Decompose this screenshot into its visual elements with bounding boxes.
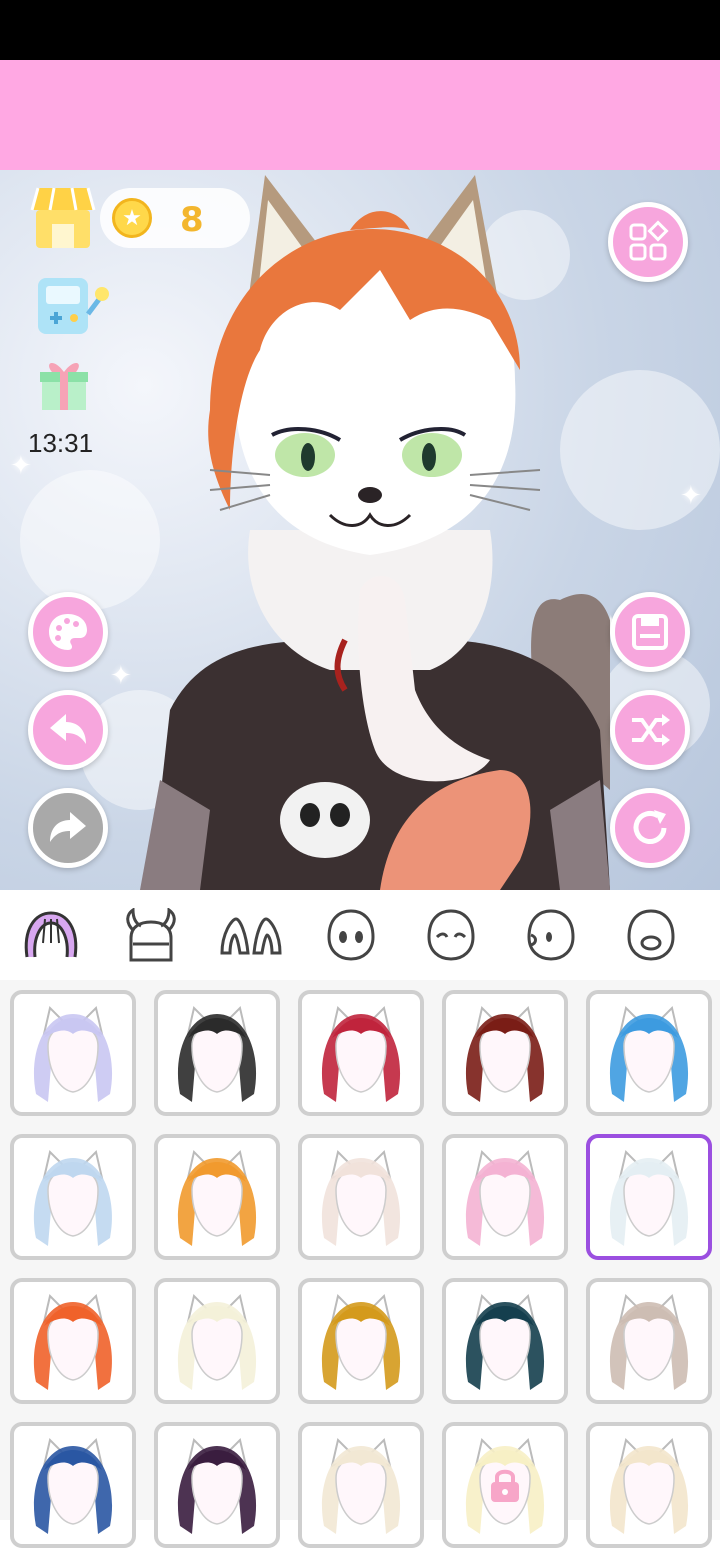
save-icon (632, 614, 668, 650)
status-bar (0, 0, 720, 60)
mouth-face-icon (627, 909, 675, 961)
hair-item[interactable] (10, 1278, 136, 1404)
star-coin-icon: ★ (112, 198, 152, 238)
shuffle-button[interactable] (610, 690, 690, 770)
hair-thumbnail (321, 1438, 401, 1534)
hair-icon (24, 911, 78, 958)
coin-count: 8 (180, 200, 204, 240)
hair-item[interactable] (10, 1422, 136, 1548)
hair-thumbnail (465, 1150, 545, 1246)
hair-item[interactable] (442, 990, 568, 1116)
hair-item[interactable] (154, 1278, 280, 1404)
hair-thumbnail (33, 1294, 113, 1390)
tab-side-face[interactable] (516, 902, 586, 968)
hair-thumbnail (609, 1294, 689, 1390)
palette-icon (49, 614, 87, 650)
hair-item[interactable] (298, 1422, 424, 1548)
hair-item[interactable] (154, 990, 280, 1116)
hair-thumbnail (33, 1006, 113, 1102)
hair-item[interactable] (154, 1422, 280, 1548)
category-tabs (0, 890, 720, 980)
coin-counter: ★ 8 (100, 188, 250, 248)
hair-item[interactable] (10, 1134, 136, 1260)
hair-thumbnail (321, 1150, 401, 1246)
tab-face[interactable] (316, 902, 386, 968)
hair-item[interactable] (298, 990, 424, 1116)
smile-face-icon (427, 909, 475, 961)
clock-time: 13:31 (28, 428, 94, 458)
top-banner (0, 60, 720, 170)
hair-thumbnail (177, 1294, 257, 1390)
hair-item[interactable] (586, 990, 712, 1116)
palette-button[interactable] (28, 592, 108, 672)
side-face-icon (527, 909, 575, 961)
hair-item[interactable] (10, 990, 136, 1116)
hair-thumbnail (609, 1150, 689, 1246)
reset-button[interactable] (610, 788, 690, 868)
hair-thumbnail (177, 1006, 257, 1102)
redo-button[interactable] (28, 788, 108, 868)
hair-thumbnail (465, 1294, 545, 1390)
hair-thumbnail (609, 1438, 689, 1534)
hair-item[interactable] (442, 1134, 568, 1260)
redo-icon (50, 812, 86, 842)
hair-thumbnail (465, 1006, 545, 1102)
hair-item[interactable] (298, 1134, 424, 1260)
tab-ears[interactable] (216, 902, 286, 968)
menu-grid-icon (629, 220, 669, 261)
menu-grid-button[interactable] (608, 202, 688, 282)
undo-icon (50, 714, 86, 744)
tab-mouth-face[interactable] (616, 902, 686, 968)
hair-thumbnail (177, 1150, 257, 1246)
reset-icon (633, 810, 667, 844)
horns-icon (126, 908, 176, 962)
avatar-stage: ✦ ✦ ✦ ✦ ✦ (0, 170, 720, 890)
tab-horns[interactable] (116, 902, 186, 968)
face-icon (327, 909, 375, 961)
ears-icon (220, 917, 282, 955)
hair-item[interactable] (154, 1134, 280, 1260)
game-console-icon[interactable] (36, 274, 112, 338)
shuffle-icon (632, 714, 670, 746)
hair-thumbnail (33, 1150, 113, 1246)
hair-item[interactable] (586, 1278, 712, 1404)
hair-thumbnail (177, 1438, 257, 1534)
undo-button[interactable] (28, 690, 108, 770)
hair-item[interactable] (298, 1278, 424, 1404)
hair-item[interactable] (442, 1278, 568, 1404)
tab-hair[interactable] (16, 902, 86, 968)
save-button[interactable] (610, 592, 690, 672)
hair-thumbnail (609, 1006, 689, 1102)
tab-smile-face[interactable] (416, 902, 486, 968)
avatar-character (140, 175, 610, 890)
hair-item[interactable] (442, 1422, 568, 1548)
hair-item[interactable] (586, 1422, 712, 1548)
hair-thumbnail (321, 1294, 401, 1390)
gift-icon[interactable] (38, 356, 90, 412)
hair-item-grid (0, 980, 720, 1548)
hair-thumbnail (33, 1438, 113, 1534)
hair-thumbnail (321, 1006, 401, 1102)
shop-icon[interactable] (30, 184, 96, 250)
lock-icon (491, 1469, 519, 1502)
hair-item[interactable] (586, 1134, 712, 1260)
